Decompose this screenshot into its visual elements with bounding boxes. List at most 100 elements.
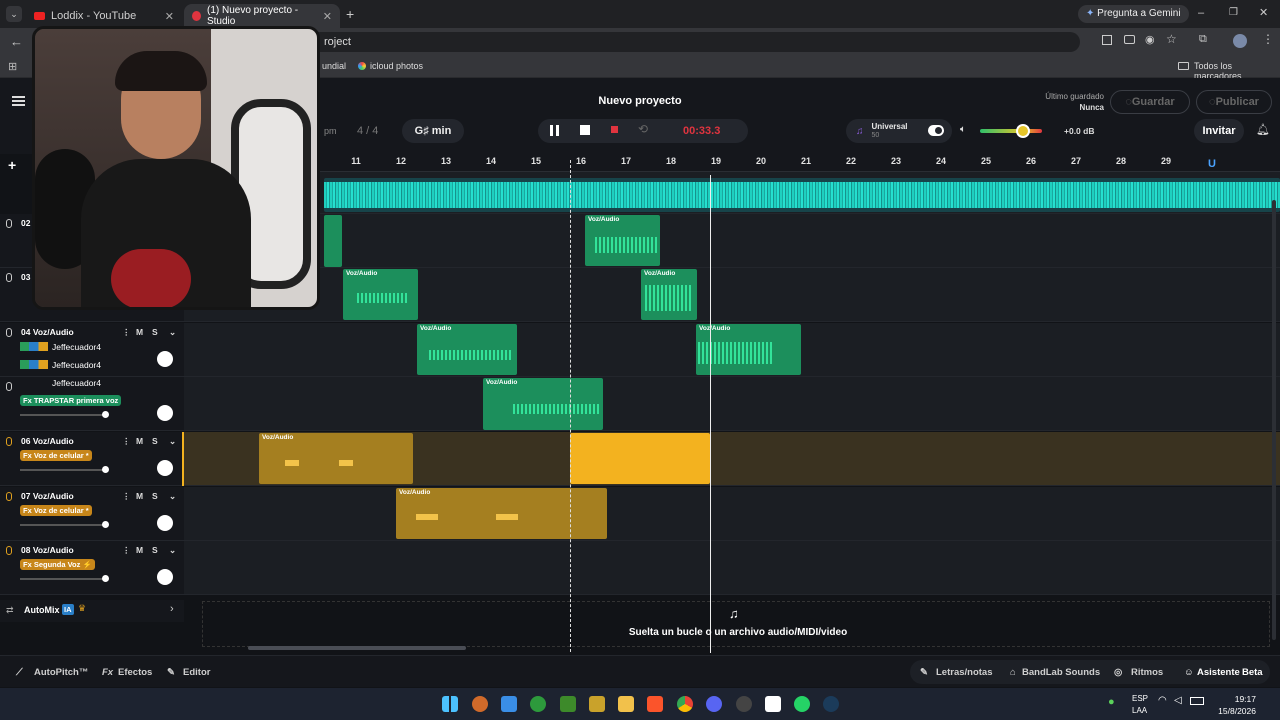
loop-icon[interactable]: ⟲: [638, 122, 648, 136]
minimize-button[interactable]: –: [1198, 7, 1204, 19]
master-volume-slider[interactable]: [980, 124, 1042, 138]
tab-studio[interactable]: (1) Nuevo proyecto - Studio ✕: [184, 4, 340, 28]
audio-clip[interactable]: Voz/Audio: [396, 488, 607, 539]
extensions-icon[interactable]: ⧉: [1199, 33, 1207, 46]
reader-icon[interactable]: [1102, 35, 1112, 45]
audio-clip[interactable]: Voz/Audio: [641, 269, 697, 320]
store-icon[interactable]: [501, 696, 517, 712]
loop-start-marker[interactable]: [570, 160, 571, 652]
bookmark-item[interactable]: undial: [322, 61, 346, 71]
capcut-icon[interactable]: [765, 696, 781, 712]
audio-clip[interactable]: Voz/Audio: [696, 324, 801, 375]
mute-button[interactable]: M: [136, 491, 143, 501]
effect-badge[interactable]: Fx Segunda Voz ⚡: [20, 559, 95, 570]
time-signature[interactable]: 4 / 4: [357, 125, 378, 137]
mute-button[interactable]: M: [136, 436, 143, 446]
gemini-button[interactable]: ✦ Pregunta a Gemini: [1078, 5, 1189, 23]
brave-icon[interactable]: [647, 696, 663, 712]
audio-clip-beat[interactable]: [324, 178, 1280, 212]
pan-knob[interactable]: [157, 515, 173, 531]
chevron-down-icon[interactable]: ⌄: [169, 327, 176, 338]
sounds-button[interactable]: BandLab Sounds: [1022, 667, 1100, 678]
url-field[interactable]: roject: [300, 32, 1080, 52]
chrome-icon[interactable]: [677, 696, 693, 712]
volume-icon[interactable]: ◁: [1174, 695, 1182, 706]
pan-knob[interactable]: [157, 460, 173, 476]
more-icon[interactable]: ⋮: [122, 491, 131, 502]
track-lane-01[interactable]: [184, 172, 1280, 214]
menu-icon[interactable]: ⋮: [1262, 32, 1274, 46]
hamburger-menu-icon[interactable]: [12, 96, 25, 106]
vertical-scrollbar[interactable]: [1272, 200, 1276, 640]
chevron-down-icon[interactable]: ⌄: [169, 545, 176, 556]
close-icon[interactable]: ✕: [323, 10, 332, 23]
drop-zone[interactable]: ♫ Suelta un bucle o un archivo audio/MID…: [202, 601, 1270, 647]
editor-button[interactable]: Editor: [183, 667, 210, 678]
audio-clip[interactable]: Voz/Audio: [585, 215, 660, 266]
mute-button[interactable]: M: [136, 327, 143, 337]
playhead[interactable]: [710, 175, 711, 653]
effect-badge[interactable]: Fx TRAPSTAR primera voz: [20, 395, 122, 406]
speaker-icon[interactable]: 🔈︎: [960, 124, 966, 135]
apps-icon[interactable]: ⊞: [8, 60, 17, 73]
audio-clip[interactable]: Voz/Audio: [343, 269, 418, 320]
bpm-label[interactable]: pm: [324, 126, 337, 136]
effects-button[interactable]: Efectos: [118, 667, 152, 678]
assistant-button[interactable]: Asistente: [1197, 667, 1240, 678]
widgets-icon[interactable]: [472, 696, 488, 712]
instrument-selector[interactable]: ♫ Universal 50: [846, 119, 952, 143]
rhythms-button[interactable]: Ritmos: [1131, 667, 1163, 678]
autopitch-button[interactable]: AutoPitch™: [34, 667, 88, 678]
back-icon[interactable]: ←: [10, 34, 23, 49]
language-indicator[interactable]: ESP: [1132, 694, 1148, 703]
mute-button[interactable]: M: [136, 545, 143, 555]
tab-youtube[interactable]: Loddix - YouTube ✕: [26, 4, 182, 28]
more-icon[interactable]: ⋮: [122, 545, 131, 556]
stop-button[interactable]: [580, 125, 590, 135]
timeline-ruler[interactable]: 11 12 13 14 15 16 17 18 19 20 21 22 23 24 25 26 27 28 29: [184, 154, 1280, 172]
chevron-right-icon[interactable]: ›: [170, 603, 174, 615]
volume-slider[interactable]: [20, 521, 109, 528]
bookmark-item[interactable]: icloud photos: [370, 61, 423, 71]
key-button[interactable]: G♯ min: [402, 119, 464, 143]
folder-icon[interactable]: [618, 696, 634, 712]
save-button[interactable]: ◌ Guardar: [1110, 90, 1190, 114]
volume-slider[interactable]: [20, 466, 109, 473]
mic-tray-icon[interactable]: ●: [1108, 696, 1115, 708]
horizontal-scrollbar[interactable]: [248, 646, 466, 650]
pan-knob[interactable]: [157, 569, 173, 585]
audio-clip[interactable]: [324, 215, 342, 267]
steam-icon[interactable]: [823, 696, 839, 712]
add-track-button[interactable]: +: [8, 157, 16, 173]
maximize-button[interactable]: ❐: [1229, 7, 1238, 18]
volume-slider[interactable]: [20, 411, 109, 418]
publish-button[interactable]: ◌ Publicar: [1196, 90, 1272, 114]
bell-icon[interactable]: 🔔︎: [1256, 123, 1270, 136]
eye-off-icon[interactable]: ◉: [1145, 33, 1155, 46]
track-lane-07[interactable]: [184, 487, 1280, 541]
track-header-06[interactable]: 06 Voz/Audio ⋮ M S ⌄ Fx Voz de celular *: [0, 432, 184, 486]
clock[interactable]: 19:17: [1224, 694, 1256, 704]
chevron-down-icon[interactable]: ⌄: [169, 436, 176, 447]
close-window-button[interactable]: ✕: [1259, 6, 1268, 19]
audio-clip[interactable]: Voz/Audio: [259, 433, 413, 484]
profile-avatar[interactable]: [1233, 34, 1247, 48]
solo-button[interactable]: S: [152, 436, 158, 446]
wifi-icon[interactable]: ◠: [1158, 695, 1167, 706]
project-title[interactable]: Nuevo proyecto: [560, 95, 720, 107]
track-lane-05[interactable]: [184, 377, 1280, 431]
solo-button[interactable]: S: [152, 327, 158, 337]
cast-icon[interactable]: [1124, 35, 1135, 44]
minecraft-icon[interactable]: [560, 696, 576, 712]
new-tab-button[interactable]: +: [346, 6, 354, 22]
track-lane-08[interactable]: [184, 541, 1280, 595]
more-icon[interactable]: ⋮: [122, 327, 131, 338]
windows-start-icon[interactable]: [442, 696, 458, 712]
automix-row[interactable]: ⇄ AutoMix IA ♛ ›: [0, 600, 184, 622]
game-icon[interactable]: [589, 696, 605, 712]
metronome-toggle[interactable]: [928, 125, 944, 136]
snap-icon[interactable]: U: [1208, 158, 1216, 170]
effect-badge[interactable]: Fx Voz de celular *: [20, 450, 92, 461]
solo-button[interactable]: S: [152, 545, 158, 555]
volume-slider[interactable]: [20, 575, 109, 582]
